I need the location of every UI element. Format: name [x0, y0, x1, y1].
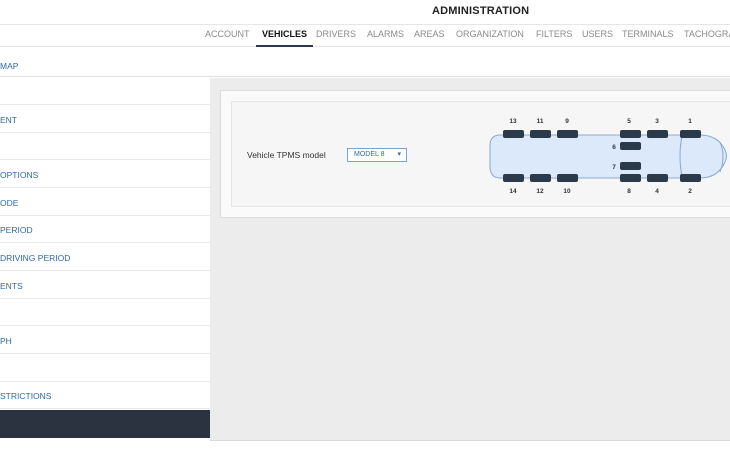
tire-10[interactable] — [557, 174, 578, 182]
tire-label-1: 1 — [688, 118, 692, 125]
sidebar-item[interactable] — [0, 299, 210, 326]
sidebar-item[interactable] — [0, 78, 210, 105]
breadcrumb: MAP — [0, 56, 730, 77]
tpms-panel: Vehicle TPMS model MODEL 8 ▾ 13 11 9 5 3… — [220, 90, 730, 218]
tire-label-6: 6 — [612, 144, 616, 151]
bus-body — [489, 134, 727, 179]
tab-areas[interactable]: AREAS — [414, 29, 445, 39]
admin-tabs: ACCOUNT VEHICLES DRIVERS ALARMS AREAS OR… — [0, 24, 730, 47]
tire-label-14: 14 — [509, 188, 517, 195]
sidebar-item-label: ODE — [0, 198, 19, 208]
sidebar: ENT OPTIONS ODE PERIOD DRIVING PERIOD EN… — [0, 78, 211, 438]
tab-drivers[interactable]: DRIVERS — [316, 29, 356, 39]
tab-tachograph[interactable]: TACHOGRA — [684, 29, 730, 39]
tire-label-10: 10 — [563, 188, 571, 195]
tab-terminals[interactable]: TERMINALS — [622, 29, 674, 39]
tire-label-11: 11 — [537, 118, 544, 125]
tab-alarms[interactable]: ALARMS — [367, 29, 404, 39]
tire-label-3: 3 — [655, 118, 659, 125]
tire-3[interactable] — [647, 130, 668, 138]
tpms-model-value: MODEL 8 — [354, 151, 385, 158]
tire-2[interactable] — [680, 174, 701, 182]
tire-12[interactable] — [530, 174, 551, 182]
page-bottom-divider — [210, 440, 730, 441]
tire-label-4: 4 — [655, 188, 659, 195]
tpms-card: Vehicle TPMS model MODEL 8 ▾ 13 11 9 5 3… — [231, 101, 730, 207]
sidebar-item-label: ENT — [0, 115, 17, 125]
tpms-model-select[interactable]: MODEL 8 ▾ — [347, 148, 407, 162]
tab-vehicles[interactable]: VEHICLES — [255, 29, 314, 47]
sidebar-item[interactable]: DRIVING PERIOD — [0, 244, 210, 271]
tire-8[interactable] — [620, 174, 641, 182]
sidebar-item-label: STRICTIONS — [0, 391, 52, 401]
tire-label-2: 2 — [688, 188, 692, 195]
sidebar-item[interactable] — [0, 133, 210, 160]
tire-1[interactable] — [680, 130, 701, 138]
tire-11[interactable] — [530, 130, 551, 138]
tire-9[interactable] — [557, 130, 578, 138]
sidebar-item[interactable]: ODE — [0, 189, 210, 216]
sidebar-item[interactable]: STRICTIONS — [0, 382, 210, 409]
sidebar-item-label: ENTS — [0, 281, 23, 291]
tire-6[interactable] — [620, 142, 641, 150]
tire-4[interactable] — [647, 174, 668, 182]
tire-label-7: 7 — [612, 164, 616, 171]
tire-label-8: 8 — [627, 188, 631, 195]
tab-organization[interactable]: ORGANIZATION — [456, 29, 524, 39]
sidebar-item[interactable] — [0, 355, 210, 382]
sidebar-item[interactable]: ENT — [0, 106, 210, 133]
tire-label-12: 12 — [536, 188, 544, 195]
sidebar-item-label: OPTIONS — [0, 170, 39, 180]
tab-filters[interactable]: FILTERS — [536, 29, 572, 39]
tire-14[interactable] — [503, 174, 524, 182]
admin-title: ADMINISTRATION — [432, 5, 530, 17]
sidebar-item[interactable]: PH — [0, 327, 210, 354]
tire-7[interactable] — [620, 162, 641, 170]
sidebar-item-label: PH — [0, 336, 12, 346]
sidebar-item[interactable]: ENTS — [0, 272, 210, 299]
tire-13[interactable] — [503, 130, 524, 138]
sidebar-item[interactable]: PERIOD — [0, 216, 210, 243]
sidebar-footer — [0, 410, 210, 438]
sidebar-item-label: DRIVING PERIOD — [0, 253, 71, 263]
tire-5[interactable] — [620, 130, 641, 138]
bus-tire-diagram: 13 11 9 5 3 1 6 7 14 12 10 8 4 2 — [489, 118, 727, 195]
chevron-down-icon: ▾ — [397, 151, 401, 158]
breadcrumb-map-link[interactable]: MAP — [0, 61, 18, 71]
tire-label-13: 13 — [509, 118, 517, 125]
tpms-model-label: Vehicle TPMS model — [247, 150, 326, 160]
admin-header: ADMINISTRATION — [0, 0, 730, 25]
tab-account[interactable]: ACCOUNT — [205, 29, 250, 39]
tire-label-9: 9 — [565, 118, 569, 125]
main-content: Vehicle TPMS model MODEL 8 ▾ 13 11 9 5 3… — [210, 78, 730, 440]
tire-label-5: 5 — [627, 118, 631, 125]
tab-users[interactable]: USERS — [582, 29, 613, 39]
sidebar-item[interactable]: OPTIONS — [0, 161, 210, 188]
sidebar-item-label: PERIOD — [0, 225, 33, 235]
